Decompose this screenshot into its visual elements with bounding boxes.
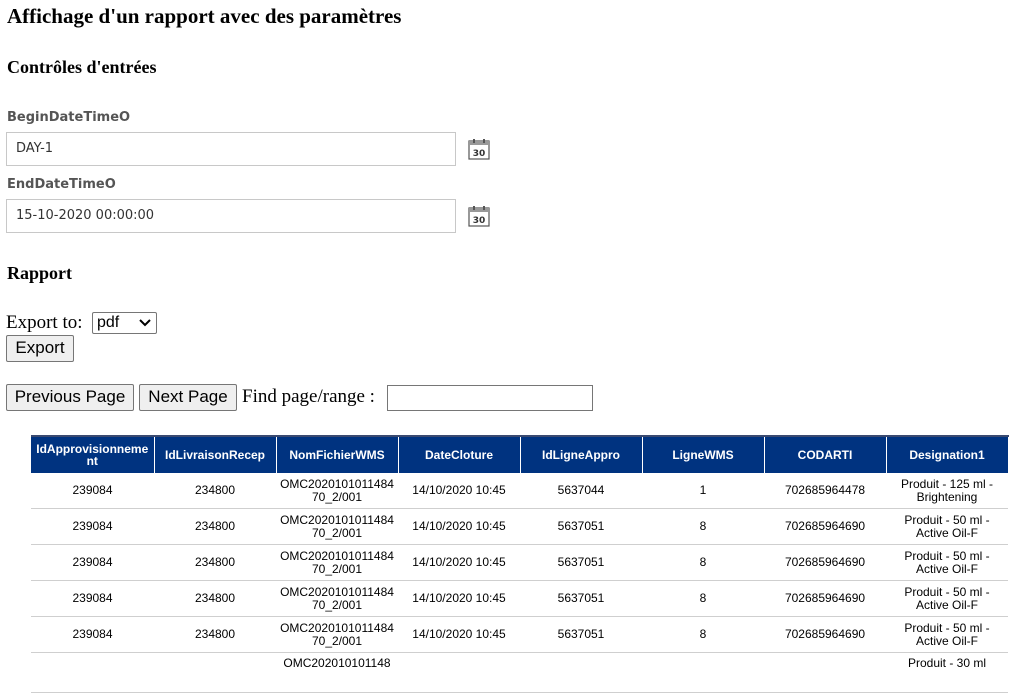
report-heading: Rapport (7, 263, 73, 283)
table-cell: 234800 (154, 580, 276, 617)
export-format-value: pdf (97, 314, 120, 331)
table-cell: Produit - 50 ml - Active Oil-F (886, 508, 1008, 545)
table-cell: OMC202010101148 (276, 652, 398, 693)
table-cell: 14/10/2020 10:45 (398, 473, 520, 509)
table-cell: 8 (642, 580, 764, 617)
table-cell: 239084 (31, 508, 154, 545)
table-cell: 14/10/2020 10:45 (398, 616, 520, 653)
table-cell: 702685964690 (764, 616, 886, 653)
table-cell: Produit - 50 ml - Active Oil-F (886, 580, 1008, 617)
table-cell: Produit - 125 ml - Brightening (886, 473, 1008, 509)
table-cell (31, 652, 154, 693)
column-header: NomFichierWMS (276, 435, 399, 473)
table-cell: 5637051 (520, 580, 642, 617)
column-header: DateCloture (398, 435, 521, 473)
table-row: 239084 234800 OMC202010101148470_2/001 1… (31, 580, 1008, 617)
column-header: IdLivraisonRecep (154, 435, 277, 473)
table-cell: 8 (642, 544, 764, 581)
table-cell: 239084 (31, 473, 154, 509)
table-row: 239084 234800 OMC202010101148470_2/001 1… (31, 508, 1008, 545)
table-cell: 239084 (31, 580, 154, 617)
column-header: CODARTI (764, 435, 887, 473)
table-cell: OMC202010101148470_2/001 (276, 616, 398, 653)
table-cell: Produit - 30 ml (886, 652, 1008, 693)
table-header-row: IdApprovisionnement IdLivraisonRecep Nom… (31, 435, 1009, 473)
table-cell (642, 652, 764, 693)
export-format-select[interactable]: pdf (92, 312, 157, 334)
table-cell: 8 (642, 616, 764, 653)
table-cell: Produit - 50 ml - Active Oil-F (886, 616, 1008, 653)
column-header: IdApprovisionnement (31, 435, 155, 473)
report-table: IdApprovisionnement IdLivraisonRecep Nom… (31, 435, 1009, 693)
table-row: 239084 234800 OMC202010101148470_2/001 1… (31, 544, 1008, 581)
table-cell (398, 652, 520, 693)
table-cell: 5637044 (520, 473, 642, 509)
table-row: OMC202010101148 Produit - 30 ml (31, 652, 1008, 693)
export-label: Export to: (6, 312, 83, 333)
table-cell: OMC202010101148470_2/001 (276, 473, 398, 509)
table-cell (764, 652, 886, 693)
table-cell (154, 652, 276, 693)
table-cell: 5637051 (520, 616, 642, 653)
column-header: Designation1 (886, 435, 1009, 473)
end-date-label: EndDateTimeO (7, 177, 116, 192)
end-date-input[interactable]: 15-10-2020 00:00:00 (6, 199, 456, 233)
table-cell: 234800 (154, 508, 276, 545)
controls-heading: Contrôles d'entrées (7, 57, 157, 77)
table-cell: 5637051 (520, 508, 642, 545)
table-cell: 702685964690 (764, 580, 886, 617)
calendar-icon[interactable]: 30 (468, 138, 490, 160)
next-page-button[interactable]: Next Page (139, 384, 237, 411)
table-cell: 1 (642, 473, 764, 509)
export-button[interactable]: Export (6, 335, 74, 362)
begin-date-label: BeginDateTimeO (7, 110, 131, 125)
table-cell: 702685964478 (764, 473, 886, 509)
table-cell: 14/10/2020 10:45 (398, 508, 520, 545)
table-row: 239084 234800 OMC202010101148470_2/001 1… (31, 616, 1008, 653)
page-title: Affichage d'un rapport avec des paramètr… (7, 4, 402, 28)
table-row: 239084 234800 OMC202010101148470_2/001 1… (31, 473, 1008, 509)
table-cell: 702685964690 (764, 544, 886, 581)
table-cell (520, 652, 642, 693)
table-cell: 14/10/2020 10:45 (398, 580, 520, 617)
previous-page-button[interactable]: Previous Page (6, 384, 134, 411)
table-cell: OMC202010101148470_2/001 (276, 544, 398, 581)
table-cell: 8 (642, 508, 764, 545)
table-cell: Produit - 50 ml - Active Oil-F (886, 544, 1008, 581)
table-cell: 5637051 (520, 544, 642, 581)
find-page-label: Find page/range : (242, 386, 375, 407)
table-cell: OMC202010101148470_2/001 (276, 508, 398, 545)
calendar-day: 30 (473, 216, 486, 226)
chevron-down-icon (139, 319, 151, 327)
table-cell: 234800 (154, 473, 276, 509)
calendar-day: 30 (473, 149, 486, 159)
find-page-input[interactable] (387, 385, 593, 411)
column-header: IdLigneAppro (520, 435, 643, 473)
column-header: LigneWMS (642, 435, 765, 473)
table-cell: 234800 (154, 616, 276, 653)
calendar-icon[interactable]: 30 (468, 205, 490, 227)
table-cell: OMC202010101148470_2/001 (276, 580, 398, 617)
table-cell: 239084 (31, 616, 154, 653)
table-cell: 239084 (31, 544, 154, 581)
table-cell: 14/10/2020 10:45 (398, 544, 520, 581)
table-cell: 234800 (154, 544, 276, 581)
begin-date-input[interactable]: DAY-1 (6, 132, 456, 166)
table-cell: 702685964690 (764, 508, 886, 545)
